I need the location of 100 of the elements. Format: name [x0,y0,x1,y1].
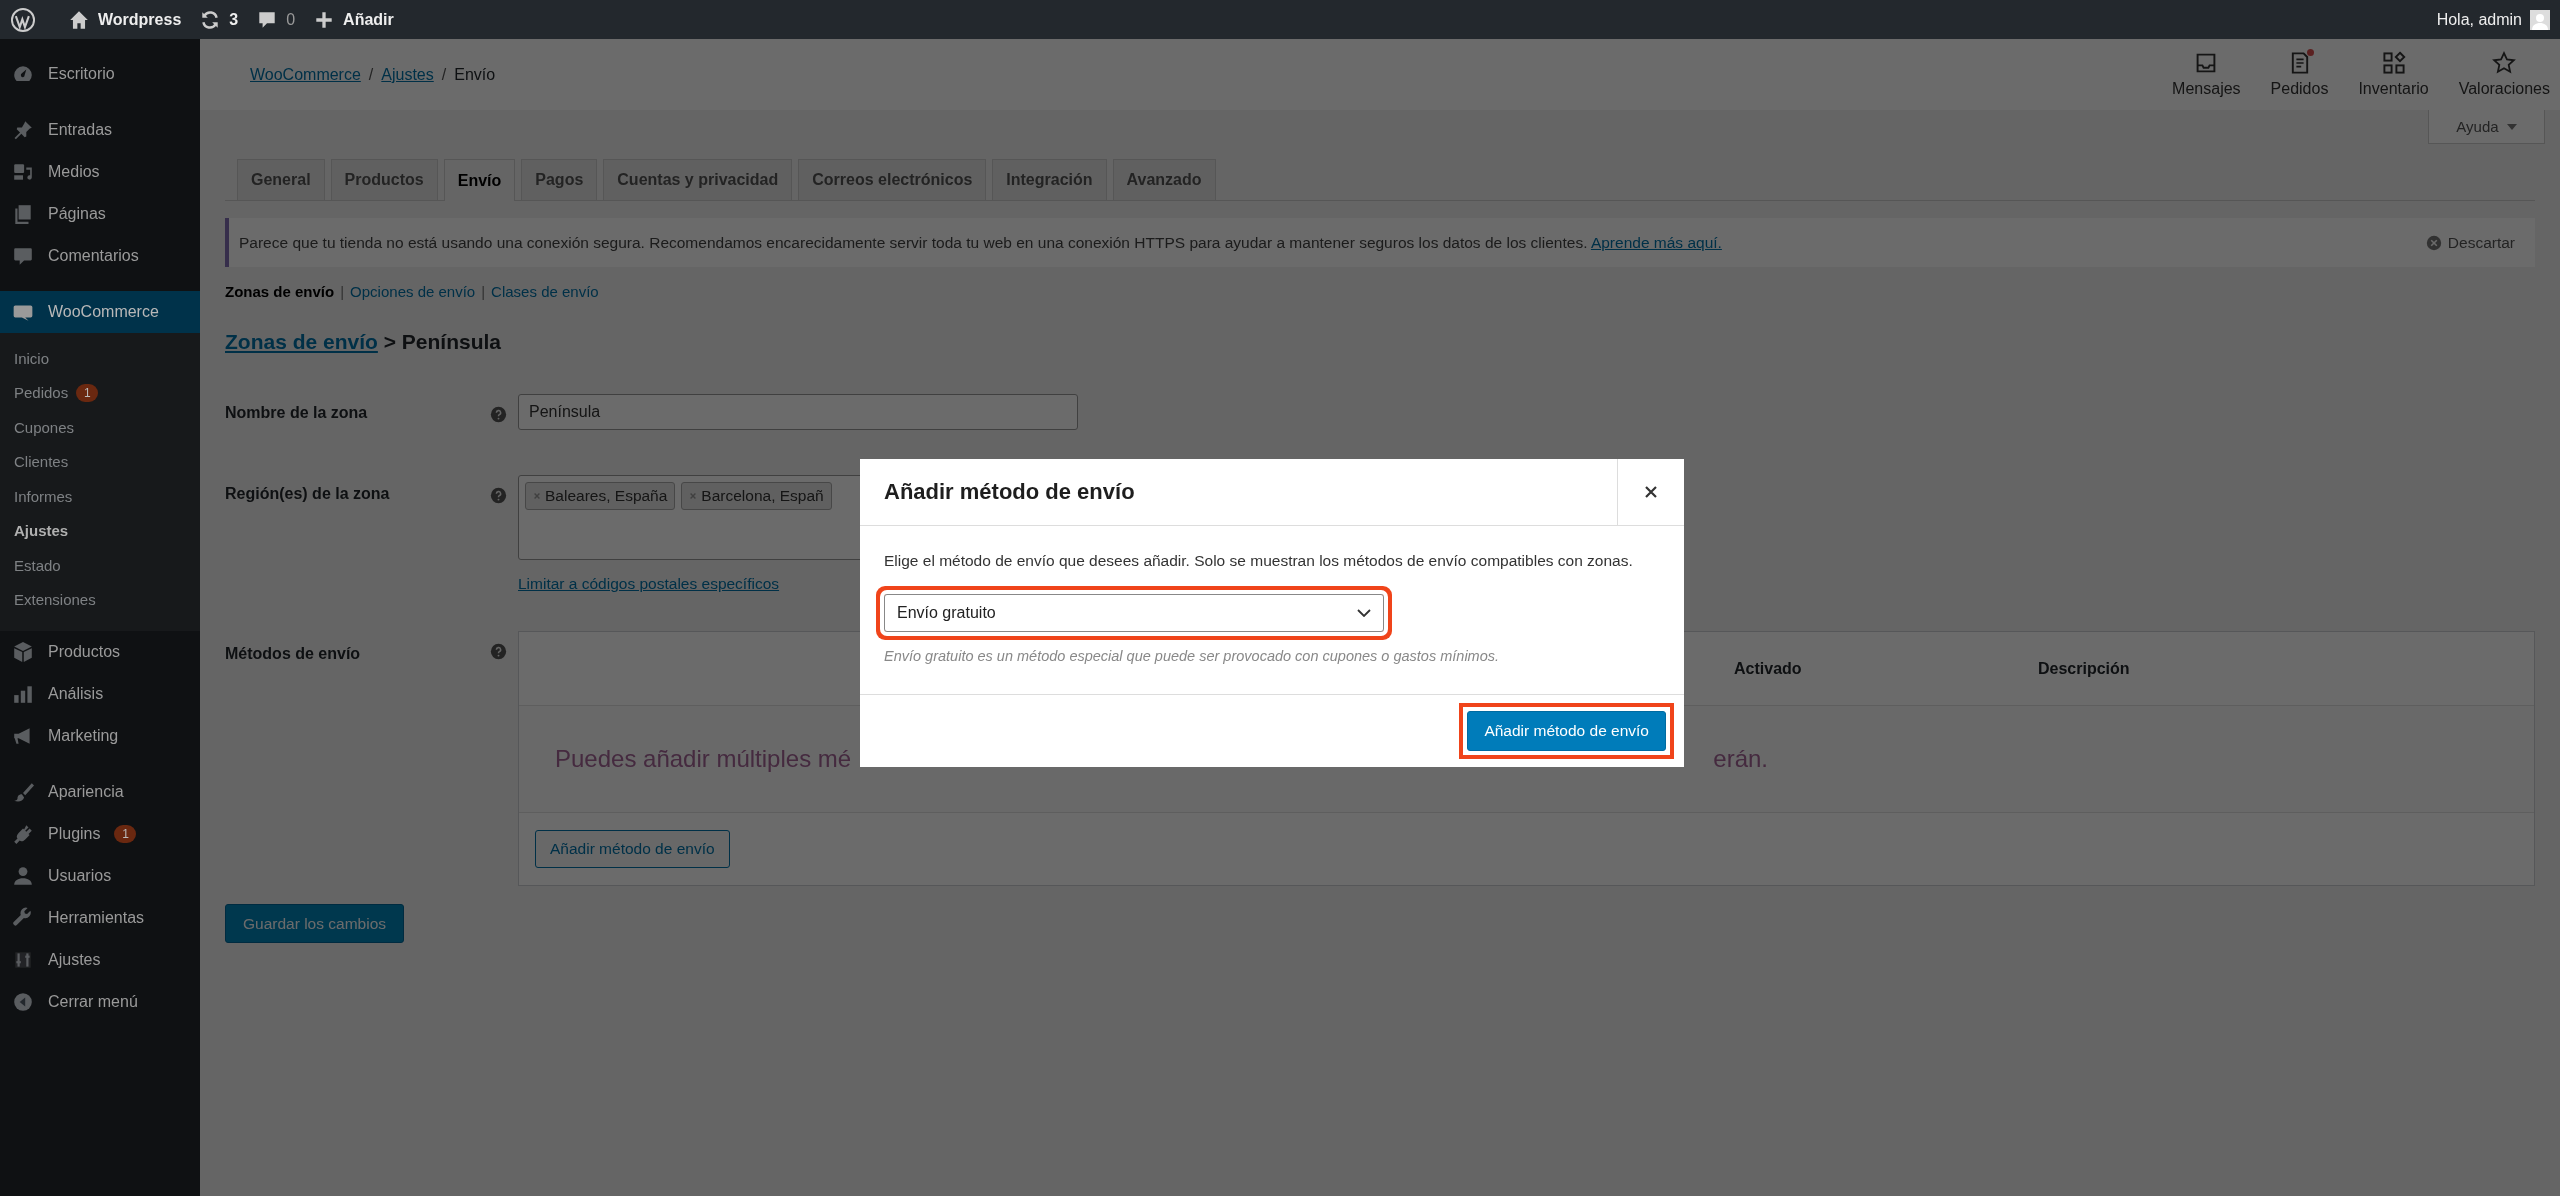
subnav-link[interactable]: Zonas de envío [225,283,335,300]
menu-label: Entradas [48,121,113,139]
sidebar-item[interactable]: Plugins 1 [0,813,200,855]
star-icon[interactable] [2492,51,2517,75]
submenu-label: Ajustes [14,522,69,540]
media-icon [12,161,34,183]
region-tag[interactable]: Baleares, España [525,482,676,510]
comments-count[interactable]: 0 [286,10,296,29]
bar-chart-icon [12,683,34,705]
submenu-label: Extensiones [14,591,96,609]
subnav-link[interactable]: Clases de envío [491,283,599,300]
settings-tab[interactable]: General [237,159,325,200]
blocks-icon[interactable] [2381,51,2406,75]
brush-icon [12,781,34,803]
zone-name-input[interactable]: Península [518,394,1078,430]
settings-tab[interactable]: Avanzado [1112,159,1216,200]
subnav-link[interactable]: Opciones de envío [350,283,476,300]
subnav-separator: | [481,283,486,300]
pages-icon [12,203,34,225]
notification-dot [2306,49,2314,56]
save-button[interactable]: Guardar los cambios [225,904,404,943]
sidebar-item[interactable]: Productos [0,631,200,673]
menu-label: Ajustes [48,951,101,969]
sidebar-item[interactable]: Entradas [0,109,200,151]
help-icon[interactable] [490,406,507,423]
close-icon[interactable] [1644,485,1658,499]
sidebar-item[interactable]: Medios [0,151,200,193]
sidebar-item[interactable]: Usuarios [0,855,200,897]
wordpress-logo-icon[interactable] [10,6,36,33]
sidebar-item[interactable]: Escritorio [0,53,200,95]
settings-tab[interactable]: Cuentas y privacidad [603,159,793,200]
submenu-item[interactable]: Pedidos 1 [0,375,200,410]
field-label: Métodos de envío [225,644,362,663]
submenu-item[interactable]: Informes [0,479,200,514]
method-hint: Envío gratuito es un método especial que puede ser provocado con cupones o gastos mínimos. [884,648,1501,664]
submenu-item[interactable]: Clientes [0,444,200,479]
sidebar-item[interactable]: Herramientas [0,897,200,939]
help-icon[interactable] [490,487,507,504]
menu-label: Productos [48,643,121,661]
plug-icon [12,823,34,845]
submenu-label: Clientes [14,453,69,471]
breadcrumb-link[interactable]: Ajustes [381,65,434,84]
settings-tab[interactable]: Correos electrónicos [798,159,987,200]
chevron-down-icon [1357,609,1371,617]
menu-label: Cerrar menú [48,993,138,1011]
sidebar-item[interactable]: Ajustes [0,939,200,981]
dismiss-button[interactable]: Descartar [2425,233,2515,252]
site-name-link[interactable]: Wordpress [98,10,182,29]
settings-tab[interactable]: Envío [443,159,516,201]
menu-label: Plugins [48,825,101,843]
comment-icon [12,245,34,267]
caret-icon [2506,123,2517,130]
sidebar-item[interactable]: Páginas [0,193,200,235]
menu-label: Páginas [48,205,106,223]
submenu-label: Informes [14,487,73,505]
menu-label: WooCommerce [48,303,159,321]
sidebar-item[interactable]: Comentarios [0,235,200,277]
sidebar-item[interactable]: Análisis [0,673,200,715]
submenu-item[interactable]: Estado [0,548,200,583]
sidebar-item[interactable]: Marketing [0,715,200,757]
updates-count[interactable]: 3 [229,10,239,29]
settings-tab[interactable]: Integración [992,159,1107,200]
subnav-separator: | [340,283,345,300]
submenu-item[interactable]: Ajustes [0,513,200,548]
count-badge: 1 [76,383,99,402]
sidebar-item[interactable]: Apariencia [0,771,200,813]
submenu-label: Pedidos [14,384,69,402]
submenu-item[interactable]: Extensiones [0,582,200,617]
menu-label: Análisis [48,685,104,703]
empty-message: Puedes añadir múltiples mé [555,745,852,773]
header-action-label[interactable]: Mensajes [2172,80,2241,98]
field-label: Región(es) de la zona [225,484,391,503]
submenu-item[interactable]: Inicio [0,341,200,376]
submenu-label: Cupones [14,418,75,436]
help-icon[interactable] [490,643,507,660]
zones-link[interactable]: Zonas de envío [225,330,378,353]
avatar-icon[interactable] [2530,9,2550,30]
learn-more-link[interactable]: Aprende más aquí. [1590,233,1722,251]
pin-icon [12,119,34,141]
help-tab[interactable]: Ayuda [2428,110,2545,144]
field-label: Nombre de la zona [225,403,369,422]
count-badge: 1 [114,825,137,843]
sidebar-item[interactable]: WooCommerce [0,291,200,333]
add-method-button[interactable]: Añadir método de envío [535,830,730,868]
sidebar-item[interactable]: Cerrar menú [0,981,200,1023]
add-method-submit-button[interactable]: Añadir método de envío [1467,711,1666,751]
greeting-link[interactable]: Hola, admin [2436,10,2522,29]
header-action-label[interactable]: Valoraciones [2458,80,2550,98]
new-content-link[interactable]: Añadir [343,10,394,29]
settings-tab[interactable]: Pagos [521,159,598,200]
submenu-item[interactable]: Cupones [0,410,200,445]
breadcrumb-link[interactable]: WooCommerce [250,65,361,84]
header-action-label[interactable]: Inventario [2358,80,2429,98]
region-tag[interactable]: Barcelona, Españ [681,482,832,510]
box-icon [12,641,34,663]
submenu-label: Inicio [14,349,50,367]
breadcrumb-separator: / [368,65,374,84]
submenu-label: Estado [14,556,61,574]
settings-tab[interactable]: Productos [330,159,438,200]
header-action-label[interactable]: Pedidos [2270,80,2329,98]
